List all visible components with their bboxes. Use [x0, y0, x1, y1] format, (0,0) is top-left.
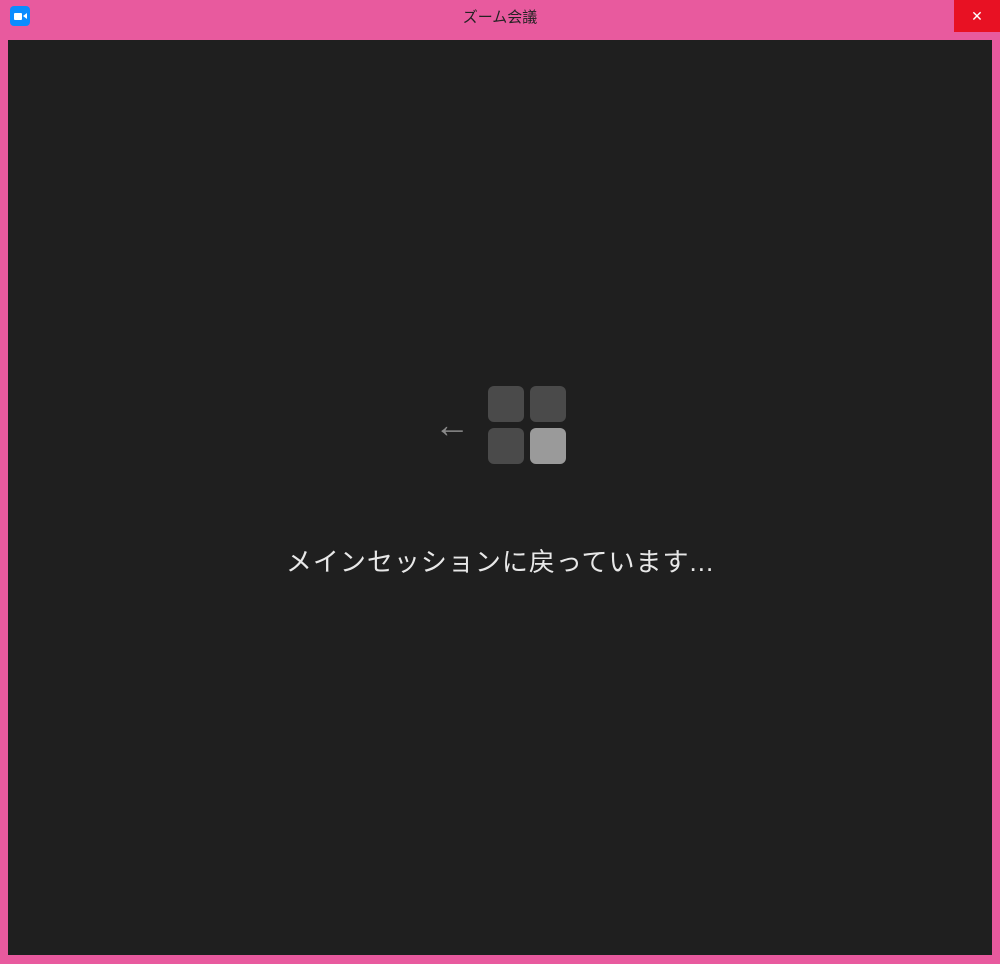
titlebar[interactable]: ズーム会議 ✕ [0, 0, 1000, 32]
grid-square [530, 386, 566, 422]
app-window: ズーム会議 ✕ ← メインセッションに戻っています... [0, 0, 1000, 964]
camera-icon [14, 13, 27, 20]
grid-square [488, 428, 524, 464]
content-wrapper: ← メインセッションに戻っています... [0, 32, 1000, 964]
loading-icon-row: ← [434, 386, 566, 464]
zoom-app-icon [10, 6, 30, 26]
arrow-left-icon: ← [434, 407, 470, 443]
window-title: ズーム会議 [463, 6, 538, 27]
grid-square [488, 386, 524, 422]
grid-loader-icon [488, 386, 566, 464]
meeting-content-area: ← メインセッションに戻っています... [8, 40, 992, 955]
close-button[interactable]: ✕ [954, 0, 1000, 32]
status-message: メインセッションに戻っています... [286, 542, 714, 579]
close-icon: ✕ [971, 9, 983, 23]
loading-indicator: ← メインセッションに戻っています... [286, 386, 714, 579]
grid-square-active [530, 428, 566, 464]
